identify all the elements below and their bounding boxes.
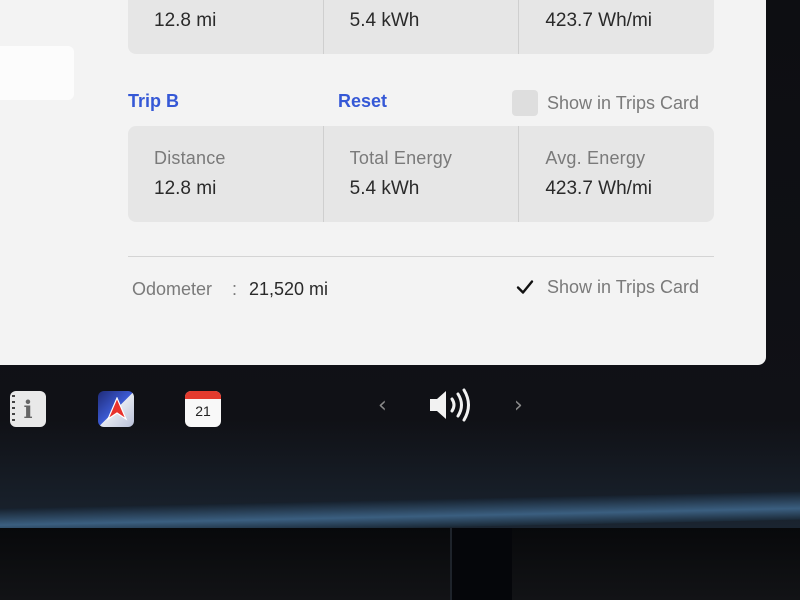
owners-manual-icon[interactable]: i: [10, 391, 46, 427]
section-divider: [128, 256, 714, 257]
trip-a-stats-card: 12.8 mi 5.4 kWh 423.7 Wh/mi: [128, 0, 714, 54]
trip-a-energy-cell: 5.4 kWh: [322, 0, 519, 54]
trip-b-reset-button[interactable]: Reset: [338, 91, 387, 112]
trip-b-show-in-trips-card-label: Show in Trips Card: [547, 92, 700, 113]
calendar-icon[interactable]: 21: [185, 391, 221, 427]
trip-b-stats-card: Distance 12.8 mi Total Energy 5.4 kWh Av…: [128, 126, 714, 222]
trip-b-avg-cell: Avg. Energy 423.7 Wh/mi: [518, 126, 714, 222]
trip-a-avg-value: 423.7 Wh/mi: [545, 10, 652, 31]
nav-arrow-icon: [106, 397, 128, 421]
navigation-icon[interactable]: [98, 391, 134, 427]
volume-up-arrow[interactable]: ›: [514, 393, 523, 418]
trip-b-avg-value: 423.7 Wh/mi: [545, 178, 652, 199]
dashboard-below: [0, 528, 800, 600]
odometer-label: Odometer: [132, 279, 213, 299]
checkmark-icon: [516, 280, 534, 294]
trip-b-distance-value: 12.8 mi: [154, 178, 217, 199]
trip-b-distance-cell: Distance 12.8 mi: [128, 126, 323, 222]
taskbar: i 21 ‹ ›: [0, 365, 800, 455]
trip-b-distance-label: Distance: [154, 148, 226, 168]
odometer-show-in-trips-card-toggle[interactable]: Show in Trips Card: [512, 274, 699, 300]
trip-b-show-in-trips-card-toggle[interactable]: Show in Trips Card: [512, 90, 699, 116]
trip-b-energy-label: Total Energy: [349, 148, 453, 168]
trip-a-distance-value: 12.8 mi: [154, 10, 217, 31]
trip-a-distance-cell: 12.8 mi: [128, 0, 323, 54]
calendar-day: 21: [195, 403, 211, 419]
volume-down-arrow[interactable]: ‹: [378, 393, 387, 418]
odometer-checkbox[interactable]: [512, 274, 538, 300]
odometer-value: 21,520 mi: [249, 279, 329, 299]
trip-b-energy-cell: Total Energy 5.4 kWh: [322, 126, 519, 222]
screen: 12.8 mi 5.4 kWh 423.7 Wh/mi Trip B Reset…: [0, 0, 800, 600]
trip-a-avg-cell: 423.7 Wh/mi: [518, 0, 714, 54]
volume-icon[interactable]: [428, 387, 474, 423]
trip-b-title: Trip B: [128, 91, 180, 111]
trip-a-energy-value: 5.4 kWh: [349, 10, 420, 31]
side-menu-item[interactable]: [0, 46, 74, 100]
odometer-show-in-trips-card-label: Show in Trips Card: [547, 276, 700, 297]
trip-b-avg-label: Avg. Energy: [545, 148, 646, 168]
odometer-separator: :: [232, 279, 238, 299]
trips-panel: 12.8 mi 5.4 kWh 423.7 Wh/mi Trip B Reset…: [0, 0, 766, 365]
trip-b-energy-value: 5.4 kWh: [349, 178, 420, 199]
calendar-header: [185, 391, 221, 399]
trip-b-checkbox[interactable]: [512, 90, 538, 116]
air-vent: [450, 528, 512, 600]
